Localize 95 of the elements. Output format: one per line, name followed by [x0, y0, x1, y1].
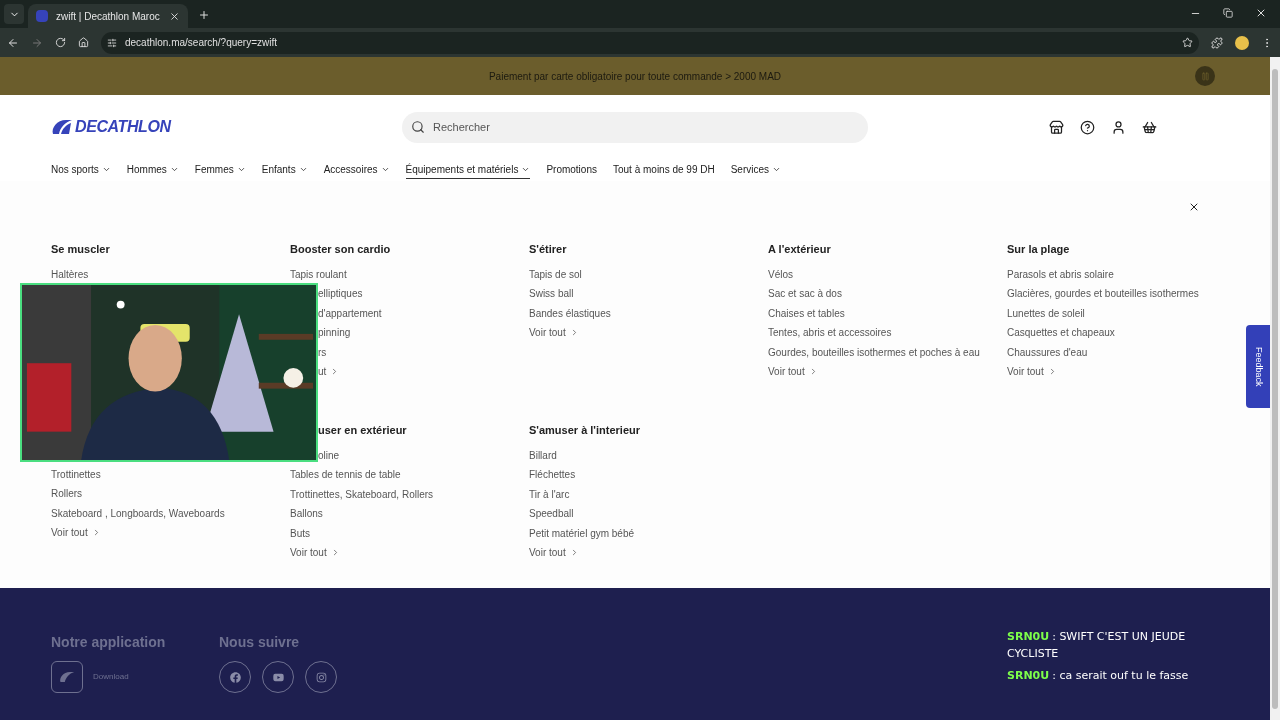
menu-link[interactable]: Ballons — [290, 504, 509, 524]
menu-link[interactable]: Haltères — [51, 265, 270, 285]
browser-tab[interactable]: zwift | Decathlon Maroc — [28, 4, 188, 28]
logo-icon — [59, 671, 75, 683]
column-heading: S'étirer — [529, 242, 567, 257]
see-all-link[interactable]: Voir tout — [51, 523, 101, 543]
menu-link[interactable]: Casquettes et chapeaux — [1007, 323, 1226, 343]
star-icon[interactable] — [1182, 37, 1193, 48]
menu-link[interactable]: Tables de tennis de table — [290, 465, 509, 485]
column-heading: Booster son cardio — [290, 242, 391, 257]
search-icon — [411, 119, 425, 134]
nav-link[interactable]: Services — [730, 161, 782, 179]
menu-link[interactable]: Skateboard , Longboards, Waveboards — [51, 503, 270, 524]
menu-link[interactable]: oline — [318, 446, 340, 466]
instagram-icon — [315, 671, 327, 683]
menu-link[interactable]: Glacières, gourdes et bouteilles isothermes — [1007, 284, 1226, 304]
menu-link[interactable]: Chaises et tables — [768, 303, 987, 324]
menu-link[interactable]: Tir à l'arc — [529, 484, 748, 505]
close-button[interactable] — [1188, 201, 1200, 213]
tab-list-button[interactable] — [4, 4, 24, 24]
footer-heading: Notre application — [51, 633, 167, 652]
nav-link[interactable]: Tout à moins de 99 DH — [612, 161, 715, 179]
close-icon[interactable] — [1255, 7, 1267, 19]
see-all-link[interactable]: ut — [318, 362, 340, 382]
menu-link[interactable]: Lunettes de soleil — [1007, 303, 1226, 324]
column-heading: A l'extérieur — [768, 242, 831, 257]
nav-link[interactable]: Équipements et matériels — [405, 161, 531, 179]
menu-link[interactable]: Rollers — [51, 484, 270, 504]
see-all-link[interactable]: Voir tout — [1007, 362, 1057, 382]
menu-link[interactable]: pinning — [318, 323, 351, 343]
menu-link[interactable]: Petit matériel gym bébé — [529, 523, 748, 544]
facebook-icon — [229, 671, 241, 683]
nav-link[interactable]: Promotions — [546, 161, 597, 179]
site-info-icon — [107, 37, 117, 48]
column-heading: S'amuser à l'interieur — [529, 423, 640, 438]
footer-heading: Nous suivre — [219, 633, 301, 652]
menu-link[interactable]: Buts — [290, 523, 509, 544]
menu-link[interactable]: Parasols et abris solaire — [1007, 265, 1226, 285]
app-icon[interactable] — [51, 661, 83, 693]
close-icon[interactable] — [169, 10, 180, 22]
see-all-link[interactable]: Voir tout — [529, 323, 579, 343]
feedback-tab[interactable]: Feedback — [1246, 325, 1270, 408]
logo-text: DECATHLON — [75, 117, 171, 137]
menu-link[interactable]: Billard — [529, 446, 748, 466]
column-heading: user en extérieur — [318, 423, 407, 438]
help-icon[interactable] — [1080, 119, 1095, 135]
see-all-link[interactable]: Voir tout — [290, 543, 340, 563]
account-icon[interactable] — [1111, 119, 1126, 135]
menu-link[interactable]: Trottinettes — [51, 465, 270, 485]
chat-message: SRN0U : SWIFT C'EST UN JEUDE CYCLISTE — [1007, 629, 1187, 662]
see-all-link[interactable]: Voir tout — [529, 543, 579, 563]
youtube-icon — [272, 671, 284, 683]
menu-link[interactable]: Tapis de sol — [529, 265, 748, 285]
column-heading: Se muscler — [51, 242, 110, 257]
nav-link[interactable]: Enfants — [261, 161, 308, 179]
tab-title: zwift | Decathlon Maroc — [56, 9, 161, 24]
nav-link[interactable]: Nos sports — [51, 161, 111, 179]
download-label: Download — [93, 671, 129, 683]
new-tab-icon[interactable] — [198, 9, 210, 21]
basket-icon[interactable] — [1142, 119, 1157, 135]
back-icon[interactable] — [7, 36, 19, 49]
close-icon — [1188, 201, 1200, 213]
restore-icon[interactable] — [1223, 8, 1233, 18]
menu-link[interactable]: Tentes, abris et accessoires — [768, 323, 987, 343]
menu-link[interactable]: Speedball — [529, 504, 748, 524]
column-heading: Sur la plage — [1007, 242, 1070, 257]
site-favicon — [36, 10, 48, 22]
menu-link[interactable]: Sac et sac à dos — [768, 284, 987, 304]
profile-avatar[interactable] — [1235, 35, 1249, 50]
nav-link[interactable]: Femmes — [194, 161, 246, 179]
store-icon[interactable] — [1049, 119, 1064, 135]
pause-icon — [1200, 71, 1210, 81]
nav-link[interactable]: Hommes — [126, 161, 179, 179]
see-all-link[interactable]: Voir tout — [768, 362, 818, 382]
nav-link[interactable]: Accessoires — [323, 161, 390, 179]
search-field[interactable]: Rechercher — [402, 111, 868, 143]
menu-link[interactable]: Bandes élastiques — [529, 303, 748, 324]
chat-message: SRN0U : ca serait ouf tu le fasse — [1007, 668, 1190, 684]
home-icon[interactable] — [78, 37, 89, 48]
logo-icon — [51, 119, 73, 135]
menu-link[interactable]: d'appartement — [318, 303, 382, 324]
menu-link[interactable]: Chaussures d'eau — [1007, 342, 1226, 363]
address-bar[interactable]: decathlon.ma/search/?query=zwift — [101, 31, 1199, 54]
extensions-icon[interactable] — [1211, 36, 1223, 49]
banner-text: Paiement par carte obligatoire pour toute commande > 2000 MAD — [488, 69, 782, 84]
menu-link[interactable]: Gourdes, bouteilles isothermes et poches à eau — [768, 342, 987, 363]
url-text: decathlon.ma/search/?query=zwift — [125, 36, 279, 50]
menu-link[interactable]: elliptiques — [318, 284, 363, 304]
menu-link[interactable]: Fléchettes — [529, 465, 748, 485]
menu-link[interactable]: Trottinettes, Skateboard, Rollers — [290, 484, 509, 505]
reload-icon[interactable] — [55, 37, 66, 48]
menu-link[interactable]: Tapis roulant — [290, 265, 509, 285]
menu-link[interactable]: Swiss ball — [529, 284, 748, 304]
menu-link[interactable]: Vélos — [768, 265, 987, 285]
menu-link[interactable]: rs — [318, 342, 327, 363]
